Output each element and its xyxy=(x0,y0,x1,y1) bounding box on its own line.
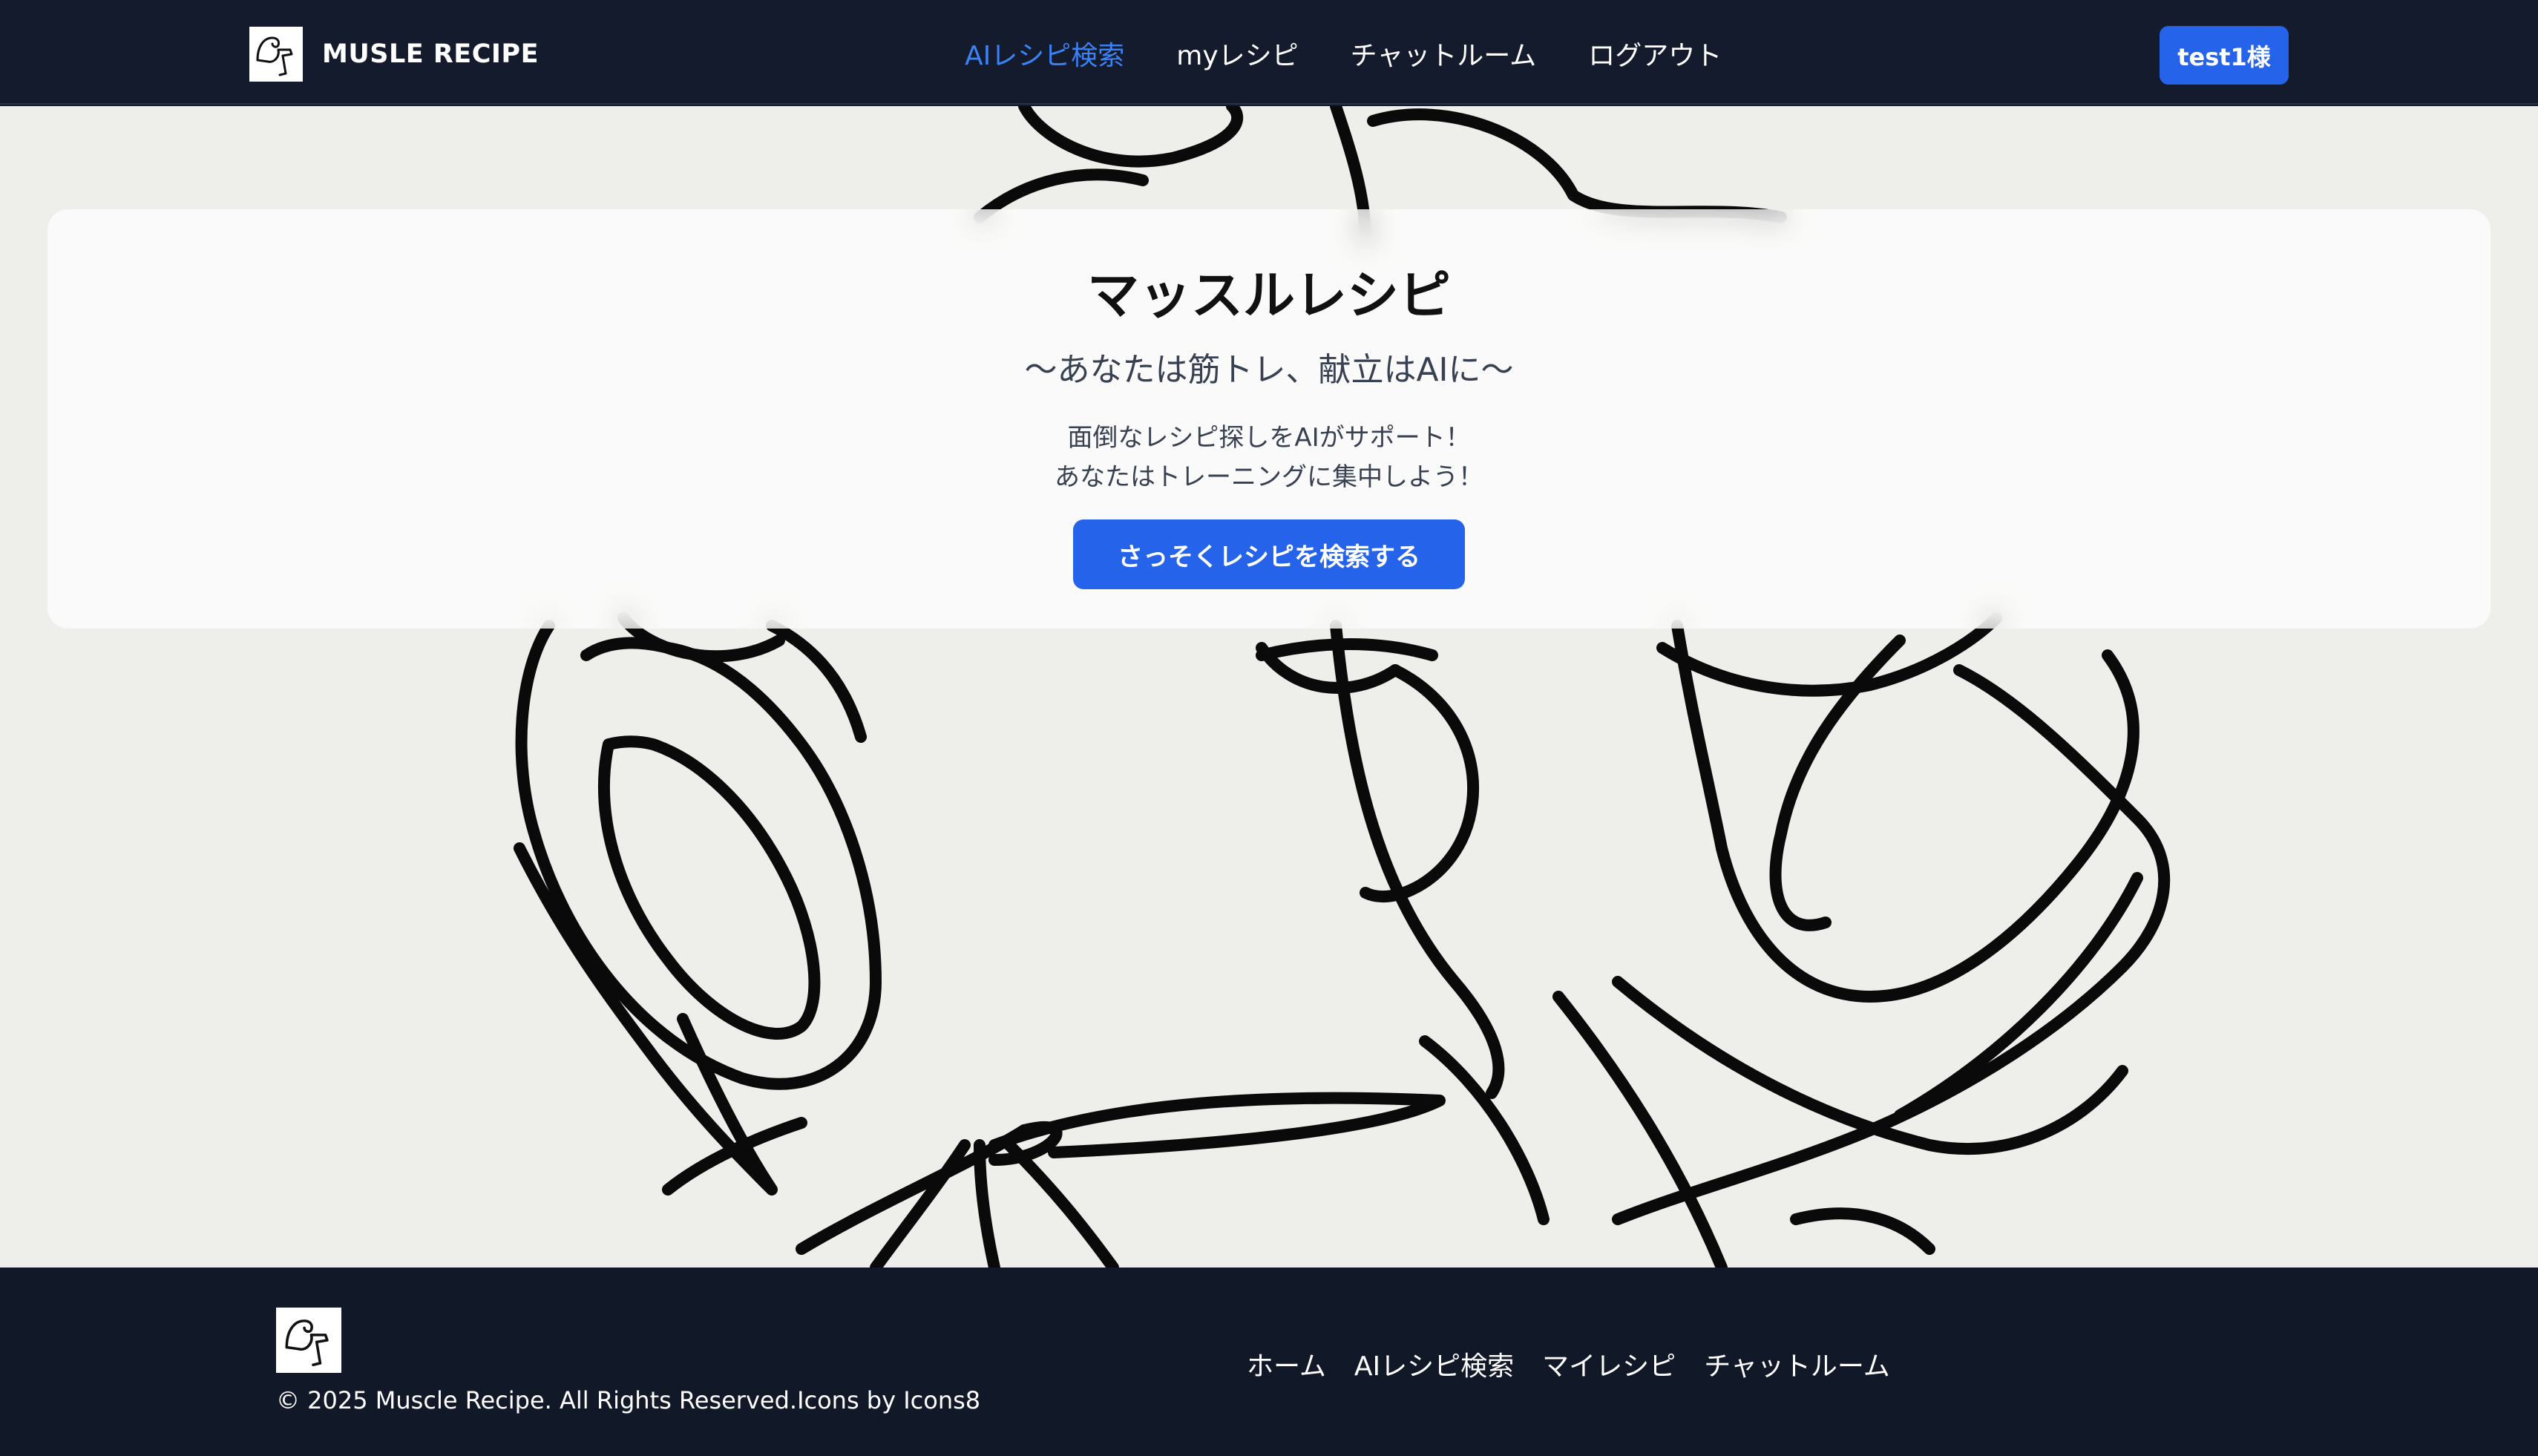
hero-card: マッスルレシピ 〜あなたは筋トレ、献立はAIに〜 面倒なレシピ探しをAIがサポー… xyxy=(47,209,2491,629)
nav-ai-recipe-search[interactable]: AIレシピ検索 xyxy=(965,34,1124,73)
flexing-arm-icon xyxy=(249,27,303,82)
hero-description-line2: あなたはトレーニングに集中しよう！ xyxy=(1055,462,1483,492)
main-nav: AIレシピ検索 myレシピ チャットルーム ログアウト xyxy=(965,33,1774,74)
brand[interactable]: MUSLE RECIPE xyxy=(249,27,539,82)
site-header: MUSLE RECIPE AIレシピ検索 myレシピ チャットルーム ログアウト… xyxy=(0,0,2538,105)
nav-my-recipe[interactable]: myレシピ xyxy=(1176,34,1298,73)
nav-logout[interactable]: ログアウト xyxy=(1588,34,1722,73)
footer-nav: ホーム AIレシピ検索 マイレシピ チャットルーム xyxy=(1247,1345,1918,1383)
hero-section: マッスルレシピ 〜あなたは筋トレ、献立はAIに〜 面倒なレシピ探しをAIがサポー… xyxy=(0,106,2538,1268)
brand-name: MUSLE RECIPE xyxy=(322,39,539,69)
hero-description: 面倒なレシピ探しをAIがサポート！ あなたはトレーニングに集中しよう！ xyxy=(47,419,2491,497)
copyright-text: © 2025 Muscle Recipe. All Rights Reserve… xyxy=(276,1386,981,1414)
user-account-button[interactable]: test1様 xyxy=(2160,26,2289,85)
footer-link-chat-room[interactable]: チャットルーム xyxy=(1704,1345,1890,1383)
footer-link-home[interactable]: ホーム xyxy=(1247,1345,1326,1383)
site-footer: © 2025 Muscle Recipe. All Rights Reserve… xyxy=(0,1268,2538,1456)
flexing-arm-icon[interactable] xyxy=(276,1308,341,1373)
nav-chat-room[interactable]: チャットルーム xyxy=(1351,34,1537,73)
hero-description-line1: 面倒なレシピ探しをAIがサポート！ xyxy=(1067,423,1471,453)
search-recipe-button[interactable]: さっそくレシピを検索する xyxy=(1073,519,1465,589)
hero-title: マッスルレシピ xyxy=(1087,265,1451,326)
footer-link-ai-recipe-search[interactable]: AIレシピ検索 xyxy=(1354,1345,1514,1383)
footer-link-my-recipe[interactable]: マイレシピ xyxy=(1542,1345,1676,1383)
hero-subtitle: 〜あなたは筋トレ、献立はAIに〜 xyxy=(1024,351,1514,389)
